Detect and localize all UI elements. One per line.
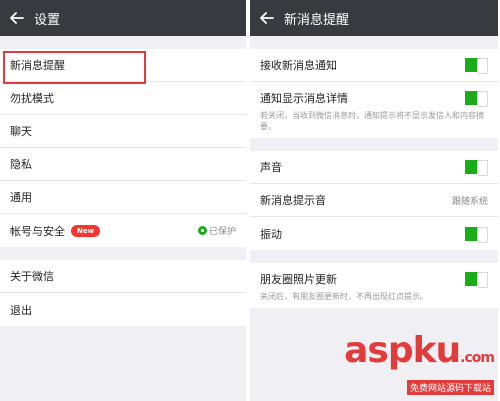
sound-row: 声音 — [250, 151, 498, 184]
page-title: 新消息提醒 — [284, 12, 350, 28]
vibrate-label: 振动 — [260, 227, 282, 241]
moments-updates-row: 朋友圈照片更新 关闭后，有朋友圈更新时，不再出现红点提示。 — [250, 263, 498, 308]
protection-status-text: 已保护 — [208, 227, 236, 237]
moments-updates-label: 朋友圈照片更新 — [260, 273, 337, 286]
show-details-description: 若关闭，当收到微信消息时，通知提示将不显示发信人和内容摘要。 — [260, 111, 484, 131]
new-message-topbar: 新消息提醒 — [250, 0, 498, 36]
sound-toggle[interactable] — [465, 160, 488, 176]
settings-item-label: 隐私 — [10, 158, 32, 171]
watermark-brand: aspku — [344, 330, 461, 371]
settings-topbar: 设置 — [0, 0, 246, 36]
receive-notifications-label: 接收新消息通知 — [260, 59, 337, 72]
watermark-tagline: 免费网站源码下载站 — [406, 380, 494, 395]
message-tone-row[interactable]: 新消息提示音 跟随系统 — [250, 184, 498, 217]
protection-status: 已保护 — [197, 224, 236, 237]
sound-label: 声音 — [260, 161, 282, 174]
show-details-row: 通知显示消息详情 若关闭，当收到微信消息时，通知提示将不显示发信人和内容摘要。 — [250, 82, 498, 138]
show-details-label: 通知显示消息详情 — [260, 92, 348, 105]
message-tone-value: 跟随系统 — [451, 196, 488, 207]
settings-item-chat[interactable]: 聊天 — [0, 115, 246, 148]
settings-item-general[interactable]: 通用 — [0, 181, 246, 214]
show-details-toggle[interactable] — [465, 91, 488, 107]
back-arrow-icon — [260, 12, 274, 24]
settings-item-about[interactable]: 关于微信 — [0, 260, 246, 293]
settings-item-logout[interactable]: 退出 — [0, 293, 246, 326]
settings-item-privacy[interactable]: 隐私 — [0, 148, 246, 181]
settings-panel: 设置 新消息提醒 勿扰模式 聊天 隐私 通用 帐号与安全 New 已保护 关于微… — [0, 0, 246, 401]
receive-notifications-toggle[interactable] — [465, 58, 488, 74]
settings-item-label: 聊天 — [10, 125, 32, 138]
vibrate-row: 振动 — [250, 217, 498, 250]
site-watermark: aspku.com 免费网站源码下载站 — [344, 330, 495, 395]
back-button[interactable] — [0, 0, 34, 36]
settings-item-label: 勿扰模式 — [10, 92, 54, 105]
back-arrow-icon — [10, 12, 24, 24]
highlight-box — [3, 51, 146, 84]
settings-item-dnd[interactable]: 勿扰模式 — [0, 82, 246, 115]
settings-item-label: 通用 — [10, 191, 32, 204]
settings-item-label: 退出 — [10, 303, 32, 317]
notify-group: 接收新消息通知 通知显示消息详情 若关闭，当收到微信消息时，通知提示将不显示发信… — [250, 49, 498, 138]
moments-updates-description: 关闭后，有朋友圈更新时，不再出现红点提示。 — [260, 292, 428, 301]
lock-icon — [197, 226, 207, 235]
moments-updates-toggle[interactable] — [465, 272, 488, 288]
settings-item-account-security[interactable]: 帐号与安全 New 已保护 — [0, 214, 246, 247]
settings-group-about: 关于微信 退出 — [0, 260, 246, 326]
watermark-domain: .com — [460, 350, 495, 366]
message-tone-label: 新消息提示音 — [260, 194, 326, 207]
settings-item-label: 帐号与安全 — [10, 224, 65, 238]
sound-group: 声音 新消息提示音 跟随系统 振动 — [250, 151, 498, 250]
back-button[interactable] — [250, 0, 284, 36]
settings-item-label: 关于微信 — [10, 270, 54, 283]
receive-notifications-row: 接收新消息通知 — [250, 49, 498, 82]
new-badge: New — [71, 224, 101, 237]
vibrate-toggle[interactable] — [465, 226, 488, 243]
page-title: 设置 — [34, 12, 61, 28]
moments-group: 朋友圈照片更新 关闭后，有朋友圈更新时，不再出现红点提示。 — [250, 263, 498, 308]
